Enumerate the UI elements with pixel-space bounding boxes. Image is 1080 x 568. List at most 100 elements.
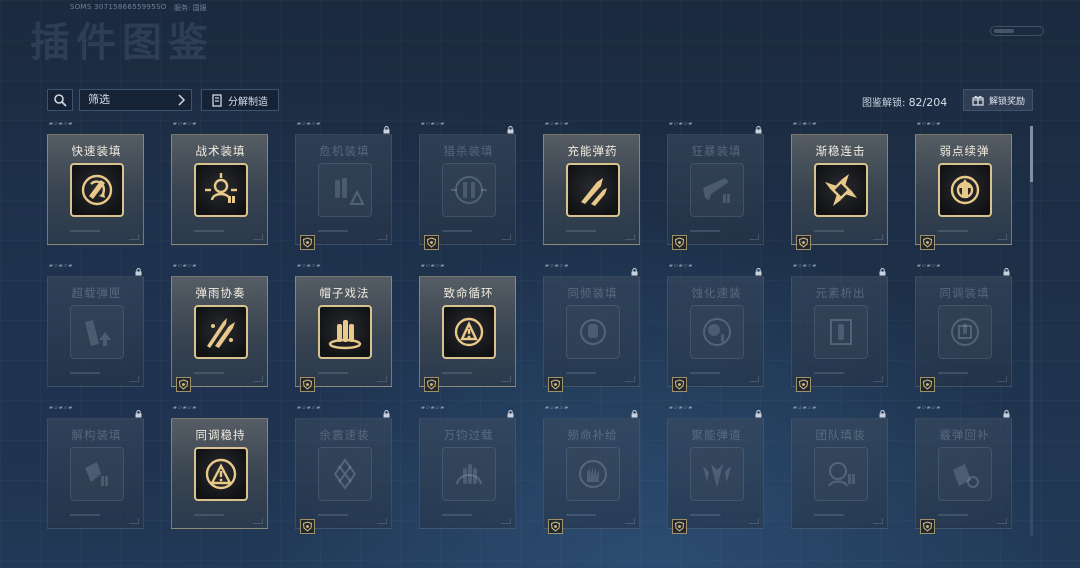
shield-icon (178, 379, 189, 390)
plugin-card[interactable]: ▰▱▰▱▰ 余震速装 (295, 405, 392, 534)
plugin-card[interactable]: ▰▱▰▱▰ 万钧过载 (419, 405, 516, 529)
scrollbar-track[interactable] (1030, 126, 1033, 536)
card-name: 同调稳持 (195, 428, 246, 442)
plugin-card[interactable]: ▰▱▰▱▰ 殒命补给 (543, 405, 640, 534)
card-footer-line (194, 514, 224, 516)
card-footer-line (566, 372, 596, 374)
card-footer-line (690, 230, 720, 232)
weakpoint-reload-icon (950, 175, 980, 205)
scrollbar-thumb[interactable] (1030, 126, 1033, 182)
card-corner-mark (501, 376, 511, 382)
shield-icon (922, 379, 933, 390)
plugin-card[interactable]: ▰▱▰▱▰ 充能弹药 (543, 121, 640, 245)
card-footer-line (70, 372, 100, 374)
team-reload-icon (828, 462, 855, 487)
plugin-card[interactable]: ▰▱▰▱▰ 渐稳连击 (791, 121, 888, 250)
card-panel: 帽子戏法 (295, 276, 392, 392)
plugin-card[interactable]: ▰▱▰▱▰ 同频装填 (543, 263, 640, 392)
card-tab-mark: ▰▱▰▱▰ (793, 263, 818, 269)
card-corner-mark (873, 518, 883, 524)
rocket-bullets-icon (581, 178, 607, 206)
plugin-card[interactable]: ▰▱▰▱▰ 同调稳持 (171, 405, 268, 529)
card-tab-mark: ▰▱▰▱▰ (173, 121, 198, 127)
card-name: 充能弹药 (567, 144, 618, 158)
search-button[interactable] (47, 89, 73, 111)
plugin-card[interactable]: ▰▱▰▱▰ 致命循环 (419, 263, 516, 392)
page-title: 插件图鉴 (30, 20, 214, 66)
card-tab-mark: ▰▱▰▱▰ (917, 263, 942, 269)
card-icon-frame (566, 305, 620, 359)
converging-arrows-icon (825, 174, 857, 206)
shield-icon (550, 521, 561, 532)
card-tab-mark: ▰▱▰▱▰ (917, 405, 942, 411)
card-icon-frame (70, 447, 124, 501)
plugin-card[interactable]: ▰▱▰▱▰ 聚能弹道 (667, 405, 764, 534)
rarity-badge (424, 377, 439, 392)
card-tab-mark: ▰▱▰▱▰ (297, 121, 322, 127)
decompose-button[interactable]: 分解制造 (201, 89, 279, 111)
card-tab-mark: ▰▱▰▱▰ (297, 405, 322, 411)
unlock-reward-button[interactable]: 解锁奖励 (963, 89, 1033, 111)
plugin-card[interactable]: ▰▱▰▱▰ 弱点续弹 (915, 121, 1012, 250)
card-panel: 快速装填 (47, 134, 144, 245)
plugin-card[interactable]: ▰▱▰▱▰ 弹雨协奏 (171, 263, 268, 392)
card-icon-frame (814, 447, 868, 501)
rarity-badge (300, 519, 315, 534)
card-panel: 同调装填 (915, 276, 1012, 392)
card-corner-mark (873, 376, 883, 382)
plugin-card[interactable]: ▰▱▰▱▰ 元素析出 (791, 263, 888, 392)
card-footer-line (442, 230, 472, 232)
card-panel: 聚能弹道 (667, 418, 764, 534)
card-name: 殒命补给 (567, 428, 618, 442)
card-panel: 万钧过载 (419, 418, 516, 529)
plugin-card[interactable]: ▰▱▰▱▰ 同调装填 (915, 263, 1012, 392)
plugin-card[interactable]: ▰▱▰▱▰ 霰弹回补 (915, 405, 1012, 534)
card-name: 狂暴装填 (691, 144, 742, 158)
deconstruct-icon (85, 462, 108, 486)
card-icon-frame (194, 447, 248, 501)
plugin-card[interactable]: ▰▱▰▱▰ 猎杀装填 (419, 121, 516, 250)
card-corner-mark (129, 234, 139, 240)
card-name: 聚能弹道 (691, 428, 742, 442)
card-panel: 同频装填 (543, 276, 640, 392)
filter-dropdown[interactable]: 筛选 (79, 89, 192, 111)
chevron-right-icon (178, 94, 186, 106)
card-panel: 元素析出 (791, 276, 888, 392)
search-icon (54, 94, 67, 107)
card-panel: 战术装填 (171, 134, 268, 245)
card-name: 战术装填 (195, 144, 246, 158)
card-panel: 危机装填 (295, 134, 392, 250)
plugin-card[interactable]: ▰▱▰▱▰ 蚀化速装 (667, 263, 764, 392)
heavy-overload-icon (456, 464, 482, 485)
card-corner-mark (749, 518, 759, 524)
plugin-card[interactable]: ▰▱▰▱▰ 战术装填 (171, 121, 268, 245)
card-icon-frame (194, 305, 248, 359)
card-footer-line (194, 372, 224, 374)
card-icon-frame (318, 163, 372, 217)
plugin-card[interactable]: ▰▱▰▱▰ 帽子戏法 (295, 263, 392, 392)
plugin-card[interactable]: ▰▱▰▱▰ 狂暴装填 (667, 121, 764, 250)
plugin-card[interactable]: ▰▱▰▱▰ 危机装填 (295, 121, 392, 250)
card-name: 帽子戏法 (319, 286, 370, 300)
card-panel: 渐稳连击 (791, 134, 888, 250)
plugin-card[interactable]: ▰▱▰▱▰ 超载弹匣 (47, 263, 144, 387)
card-footer-line (938, 230, 968, 232)
card-panel: 致命循环 (419, 276, 516, 392)
plugin-card[interactable]: ▰▱▰▱▰ 团队填装 (791, 405, 888, 529)
lock-icon (1003, 268, 1010, 276)
plugin-card[interactable]: ▰▱▰▱▰ 快速装填 (47, 121, 144, 245)
plugin-card[interactable]: ▰▱▰▱▰ 解构装填 (47, 405, 144, 529)
attune-steady-icon (205, 458, 237, 490)
ammo-warning-icon (335, 178, 365, 205)
magazine-up-icon (85, 320, 111, 346)
card-tab-mark: ▰▱▰▱▰ (669, 263, 694, 269)
card-icon-frame (814, 305, 868, 359)
filter-label: 筛选 (88, 93, 110, 106)
card-name: 超载弹匣 (71, 286, 122, 300)
lock-icon (879, 268, 886, 276)
ammo-crosshair-icon (451, 176, 487, 204)
unlock-progress: 图鉴解锁: 82/204 (862, 94, 947, 109)
rarity-badge (672, 235, 687, 250)
corner-toggle[interactable] (990, 26, 1044, 36)
card-footer-line (690, 372, 720, 374)
